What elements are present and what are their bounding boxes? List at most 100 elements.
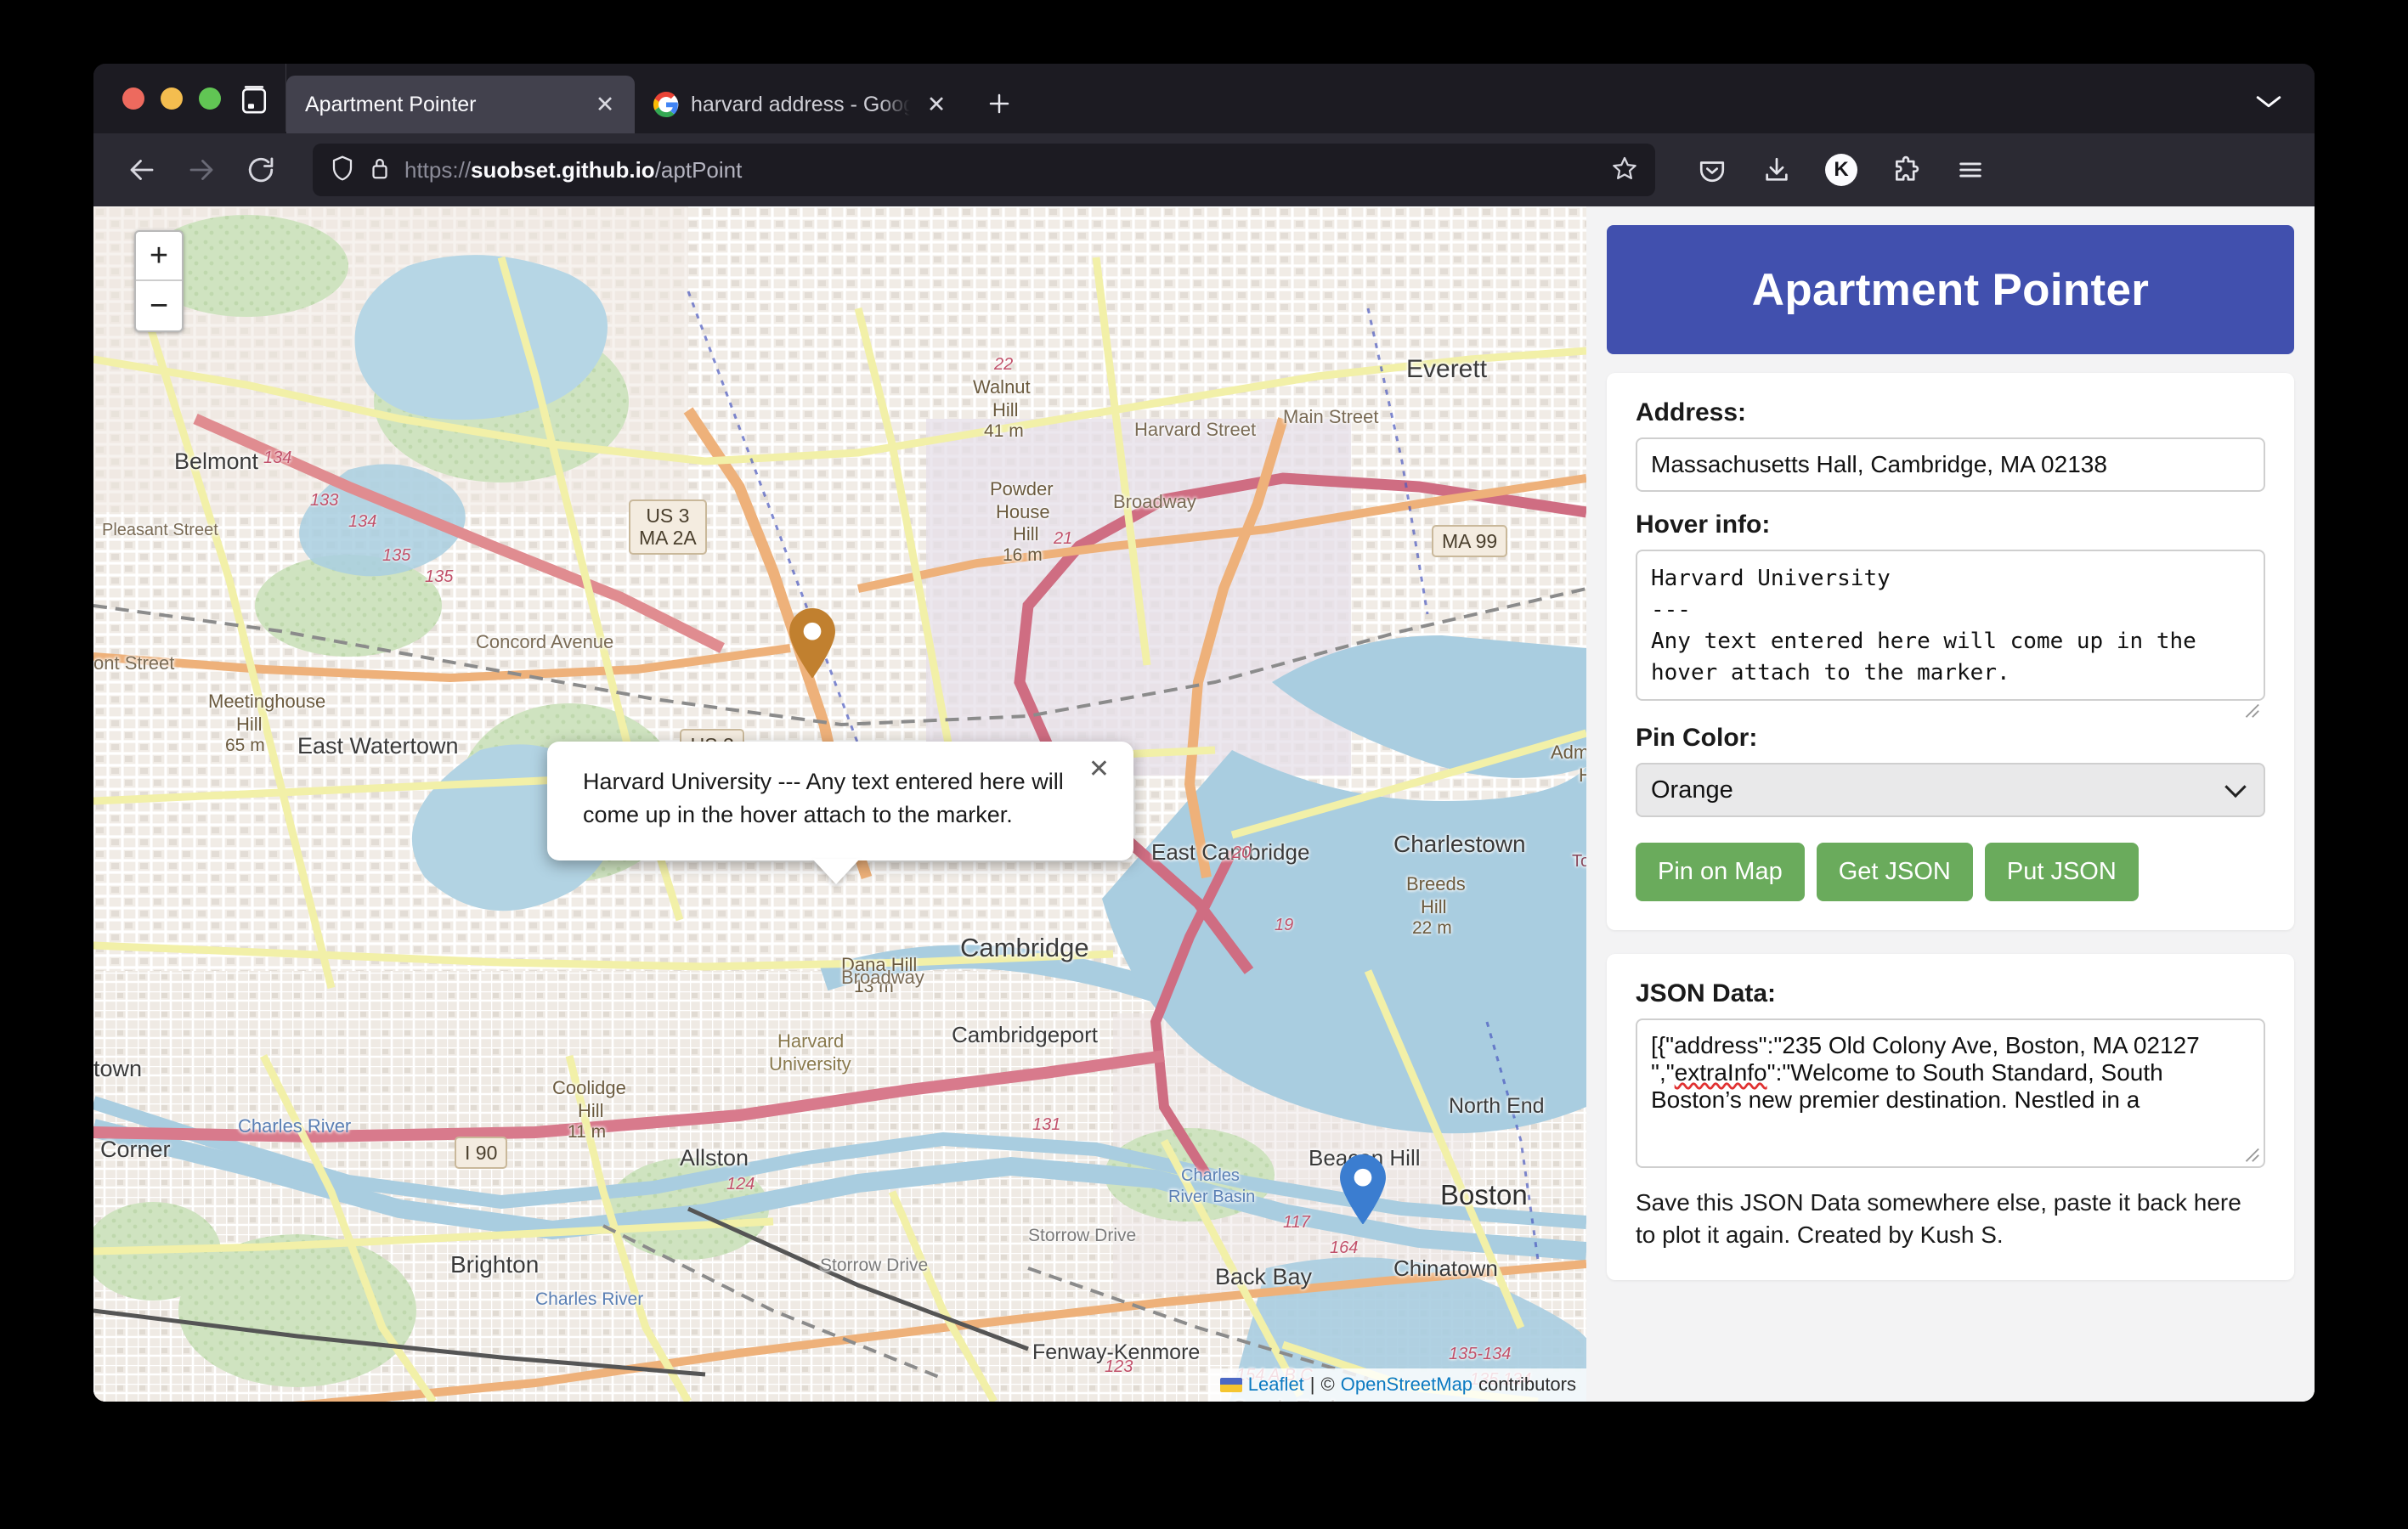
lock-icon[interactable] <box>369 155 391 185</box>
pin-color-select[interactable]: OrangeBlueRedGreenPurple <box>1636 763 2265 817</box>
menu-icon[interactable] <box>1944 144 1997 196</box>
action-buttons: Pin on Map Get JSON Put JSON <box>1636 843 2265 901</box>
map-pin-icon[interactable] <box>1338 1154 1388 1225</box>
route-number: 135 <box>425 567 454 586</box>
zoom-in-button[interactable]: + <box>136 232 182 281</box>
page-content: BelmontEverettMountWashington49 mChelsea… <box>93 206 2315 1402</box>
leaflet-link[interactable]: Leaflet <box>1248 1374 1304 1396</box>
pin-color-label: Pin Color: <box>1636 724 1758 752</box>
map-pin-icon[interactable] <box>788 607 837 679</box>
close-icon[interactable]: ✕ <box>922 90 951 119</box>
url-scheme: https:// <box>404 156 472 183</box>
contributors-text: contributors <box>1478 1374 1576 1395</box>
navigation-toolbar: https://suobset.github.io/aptPoint K <box>93 133 2315 206</box>
route-number: 133 <box>310 491 339 510</box>
route-number: 22 <box>994 355 1014 374</box>
route-number: 131 <box>1032 1115 1061 1134</box>
address-input[interactable] <box>1636 437 2265 492</box>
resize-handle-icon[interactable] <box>2241 700 2260 719</box>
route-number: 164 <box>1330 1238 1359 1257</box>
google-favicon <box>653 92 679 117</box>
account-avatar[interactable]: K <box>1815 144 1868 196</box>
url-host: suobset.github.io <box>471 156 655 183</box>
tab-title: harvard address - Google Search <box>691 92 910 116</box>
tab-google-search[interactable]: harvard address - Google Search ✕ <box>635 76 966 133</box>
url-bar[interactable]: https://suobset.github.io/aptPoint <box>313 144 1655 196</box>
zoom-out-button[interactable]: − <box>136 281 182 330</box>
json-line-3b: ":"Welcome to South <box>1766 1059 1985 1086</box>
route-shield: I 90 <box>455 1137 508 1170</box>
close-window-button[interactable] <box>122 87 144 110</box>
harvard-marker[interactable] <box>788 607 837 682</box>
close-icon[interactable]: ✕ <box>1088 757 1110 782</box>
popup-tip <box>812 859 860 885</box>
tab-title: Apartment Pointer <box>305 92 477 116</box>
star-icon[interactable] <box>1611 155 1638 186</box>
json-line-5: premier destination. Nestled in a <box>1798 1086 2140 1113</box>
boston-marker[interactable] <box>1338 1154 1388 1228</box>
route-number: 134 <box>348 512 377 531</box>
json-misspelled-word: extraInfo <box>1674 1059 1767 1086</box>
route-number: 117 <box>1283 1213 1310 1232</box>
json-help-text: Save this JSON Data somewhere else, past… <box>1636 1189 2241 1248</box>
openstreetmap-link[interactable]: OpenStreetMap <box>1341 1374 1472 1396</box>
browser-window: Apartment Pointer ✕ harvard address - Go… <box>93 64 2315 1402</box>
route-number: 123 <box>1105 1357 1133 1376</box>
route-shield: US 3 MA 2A <box>629 499 707 555</box>
json-data-wrap: [{"address":"235 Old Colony Ave, Boston,… <box>1636 1018 2265 1168</box>
reload-button[interactable] <box>235 144 287 196</box>
download-icon[interactable] <box>1750 144 1803 196</box>
route-number: 19 <box>1275 916 1294 934</box>
popup-text: Harvard University --- Any text entered … <box>583 769 1064 828</box>
url-text: https://suobset.github.io/aptPoint <box>404 157 1597 183</box>
zoom-control[interactable]: + − <box>134 230 184 332</box>
json-card: JSON Data: [{"address":"235 Old Colony A… <box>1607 954 2294 1280</box>
pin-color-wrap: OrangeBlueRedGreenPurple <box>1636 763 2265 817</box>
route-number: 21 <box>1054 529 1073 548</box>
toolbar-actions: K <box>1686 144 1997 196</box>
list-all-tabs-button[interactable] <box>2245 79 2292 123</box>
new-tab-button[interactable] <box>976 81 1022 127</box>
close-icon[interactable]: ✕ <box>591 90 619 119</box>
tab-apartment-pointer[interactable]: Apartment Pointer ✕ <box>286 76 635 133</box>
route-shield: MA 99 <box>1432 525 1508 558</box>
pin-on-map-button[interactable]: Pin on Map <box>1636 843 1805 901</box>
shield-line-2: MA 2A <box>639 527 697 550</box>
forward-button[interactable] <box>175 144 228 196</box>
pocket-icon[interactable] <box>1686 144 1738 196</box>
shield-icon[interactable] <box>330 155 355 186</box>
get-json-button[interactable]: Get JSON <box>1816 843 1973 901</box>
json-data-textarea[interactable]: [{"address":"235 Old Colony Ave, Boston,… <box>1636 1018 2265 1168</box>
url-path: /aptPoint <box>654 156 743 183</box>
avatar-initial: K <box>1825 154 1857 186</box>
shield-line-1: MA 99 <box>1442 530 1498 552</box>
minimize-window-button[interactable] <box>161 87 183 110</box>
back-button[interactable] <box>116 144 168 196</box>
extensions-icon[interactable] <box>1879 144 1932 196</box>
route-number: 135-134 <box>1449 1345 1512 1363</box>
marker-popup[interactable]: ✕ Harvard University --- Any text entere… <box>547 742 1133 885</box>
leaflet-map[interactable]: BelmontEverettMountWashington49 mChelsea… <box>93 206 1586 1402</box>
window-traffic-lights <box>112 64 228 133</box>
shield-line-1: US 3 <box>646 505 690 527</box>
hover-info-textarea[interactable] <box>1636 550 2265 701</box>
route-number: 20 <box>1232 843 1252 862</box>
put-json-button[interactable]: Put JSON <box>1984 843 2139 901</box>
app-header: Apartment Pointer <box>1607 225 2294 354</box>
route-number: 135 <box>382 546 411 565</box>
address-label: Address: <box>1636 398 1747 426</box>
map-attribution: Leaflet | © OpenStreetMap contributors <box>1209 1368 1586 1402</box>
json-line-3a: "," <box>1651 1059 1675 1086</box>
json-line-2: Boston, MA 02127 <box>2004 1032 2200 1058</box>
leaflet-flag-icon <box>1219 1377 1242 1392</box>
hover-info-label: Hover info: <box>1636 511 1771 539</box>
attribution-separator: | <box>1309 1374 1315 1395</box>
form-card: Address: Hover info: Pin Color: OrangeBl… <box>1607 373 2294 930</box>
copyright-symbol: © <box>1320 1374 1335 1395</box>
page-title: Apartment Pointer <box>1751 264 2150 315</box>
app-side-panel: Apartment Pointer Address: Hover info: P… <box>1586 206 2315 1402</box>
maximize-window-button[interactable] <box>199 87 221 110</box>
sidebar-icon[interactable] <box>228 74 280 127</box>
hover-info-wrap <box>1636 550 2265 724</box>
route-number: 134 <box>263 449 292 467</box>
